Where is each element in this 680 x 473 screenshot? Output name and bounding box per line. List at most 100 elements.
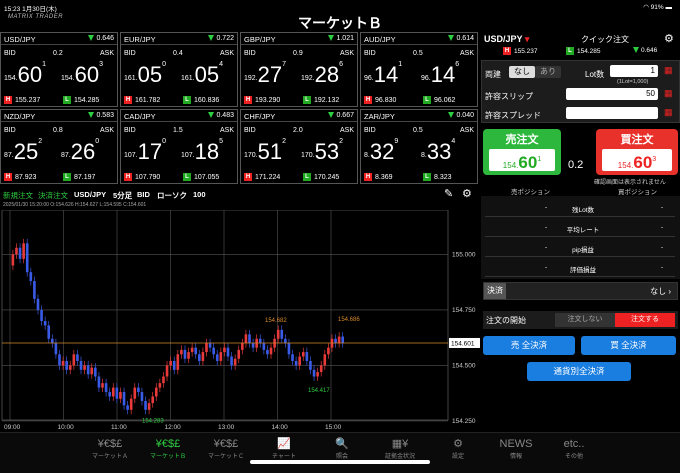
bid-price[interactable]: 170.512 (244, 138, 286, 163)
candle (36, 298, 40, 310)
ask-price[interactable]: 107.185 (181, 138, 223, 163)
candle (140, 392, 144, 401)
buy-order-button[interactable]: 買注文 154.603 (596, 129, 678, 175)
sell-position-label: 売ポジション (511, 189, 550, 196)
nav-item[interactable]: ⚙ 設定 (428, 437, 488, 460)
bid-price[interactable]: 107.170 (124, 138, 166, 163)
rate-tile[interactable]: EUR/JPY 0.722 BID 0.4 ASK 161.050 161.05… (120, 32, 238, 107)
rate-tile[interactable]: NZD/JPY 0.583 BID 0.8 ASK 87.252 87.260 … (0, 109, 118, 184)
tile-spread: 0.8 (53, 127, 63, 134)
rate-tiles: USD/JPY 0.646 BID 0.2 ASK 154.601 154.60… (0, 32, 480, 186)
pencil-icon[interactable]: ✎ (444, 187, 453, 200)
lot-keypad-icon[interactable]: ▦ (664, 65, 673, 76)
chart-side[interactable]: BID (137, 190, 150, 199)
candle (208, 343, 212, 348)
nav-item[interactable]: ¥€$£ マーケットＡ (80, 437, 140, 460)
nav-item[interactable]: ¥€$£ マーケットＣ (196, 437, 256, 460)
rate-tile[interactable]: CHF/JPY 0.667 BID 2.0 ASK 170.512 170.53… (240, 109, 358, 184)
chart-count[interactable]: 100 (193, 190, 206, 199)
candle (79, 360, 83, 370)
lot-input[interactable]: 1 (610, 65, 658, 77)
candle (162, 376, 165, 384)
nav-label: 照会 (335, 454, 348, 460)
bid-price[interactable]: 161.050 (124, 61, 166, 86)
nav-item[interactable]: 🔍 照会 (312, 437, 372, 460)
candle (205, 343, 208, 353)
spread-keypad-icon[interactable]: ▦ (664, 107, 673, 118)
both-off-button[interactable]: なし (509, 66, 535, 78)
tile-pair: EUR/JPY (124, 35, 156, 44)
buy-all-settle-button[interactable]: 買 全決済 (581, 336, 676, 355)
tile-low: L 154.285 (63, 96, 99, 104)
bid-price[interactable]: 87.252 (4, 138, 42, 163)
candle (309, 360, 312, 370)
candle (248, 334, 251, 344)
bid-price[interactable]: 96.141 (364, 61, 402, 86)
order-spread: 0.2 (568, 159, 584, 171)
nav-item[interactable]: ¥€$£ マーケットＢ (138, 437, 198, 460)
bid-price[interactable]: 192.277 (244, 61, 286, 86)
down-arrow-icon (448, 112, 455, 118)
tile-pair: AUD/JPY (364, 35, 396, 44)
y-tick-label: 154.750 (452, 307, 476, 314)
do-order-button[interactable]: 注文する (615, 313, 675, 327)
chart-pair[interactable]: USD/JPY (74, 190, 106, 199)
currency-all-settle-button[interactable]: 通貨別全決済 (527, 362, 631, 381)
candle (101, 383, 104, 388)
nav-item[interactable]: NEWS 情報 (486, 437, 546, 460)
spread-input[interactable] (566, 107, 658, 119)
tab-settle-order[interactable]: 決済注文 (38, 190, 68, 201)
candle (258, 338, 262, 344)
tile-pair: NZD/JPY (4, 112, 36, 121)
nav-item[interactable]: 📈 チャート (254, 437, 314, 460)
rate-tile[interactable]: CAD/JPY 0.483 BID 1.5 ASK 107.170 107.18… (120, 109, 238, 184)
sell-order-button[interactable]: 売注文 154.601 (483, 129, 561, 175)
sell-all-settle-button[interactable]: 売 全決済 (483, 336, 575, 355)
tile-high: H 96.830 (364, 96, 397, 104)
ask-price[interactable]: 8.334 (421, 138, 455, 163)
gear-icon[interactable]: ⚙ (462, 187, 472, 200)
chart-interval[interactable]: 5分足 (113, 190, 132, 201)
chart-type[interactable]: ローソク (157, 190, 187, 201)
ask-price[interactable]: 154.603 (61, 61, 103, 86)
rate-tile[interactable]: AUD/JPY 0.614 BID 0.5 ASK 96.141 96.146 … (360, 32, 478, 107)
tile-pair: ZAR/JPY (364, 112, 395, 121)
tab-new-order[interactable]: 新規注文 (3, 190, 33, 201)
slip-keypad-icon[interactable]: ▦ (664, 88, 673, 99)
candle (301, 352, 305, 357)
candle (284, 338, 287, 344)
buy-price: 154.603 (602, 149, 672, 172)
chart-canvas[interactable]: 155.000 154.750 154.500 154.250 09:00 10:00 11… (0, 209, 480, 432)
down-arrow-icon (88, 35, 95, 41)
candle (97, 376, 101, 388)
nav-item[interactable]: etc.. その他 (544, 437, 604, 460)
price-chart[interactable]: 155.000 154.750 154.500 154.250 09:00 10:00 11… (0, 209, 480, 432)
bid-price[interactable]: 8.329 (364, 138, 398, 163)
candle (104, 383, 108, 393)
candle (298, 356, 301, 366)
ask-price[interactable]: 192.286 (301, 61, 343, 86)
bid-label: BID (4, 127, 16, 134)
settle-row[interactable]: 決済 なし › (483, 282, 678, 300)
rate-tile[interactable]: ZAR/JPY 0.040 BID 0.5 ASK 8.329 8.334 H8… (360, 109, 478, 184)
nav-icon: ▦¥ (391, 438, 409, 450)
panel-gear-icon[interactable]: ⚙ (664, 32, 674, 45)
ask-price[interactable]: 87.260 (61, 138, 99, 163)
candle (223, 347, 226, 353)
ask-price[interactable]: 161.054 (181, 61, 223, 86)
y-tick-label: 155.000 (452, 251, 476, 258)
rate-tile[interactable]: USD/JPY 0.646 BID 0.2 ASK 154.601 154.60… (0, 32, 118, 107)
slip-input[interactable]: 50 (566, 88, 658, 100)
ask-price[interactable]: 170.532 (301, 138, 343, 163)
both-on-button[interactable]: あり (535, 66, 561, 78)
bid-price[interactable]: 154.601 (4, 61, 46, 86)
no-order-button[interactable]: 注文しない (555, 313, 615, 327)
candle (190, 347, 194, 353)
rate-tile[interactable]: GBP/JPY 1.021 BID 0.9 ASK 192.277 192.28… (240, 32, 358, 107)
nav-item[interactable]: ▦¥ 証拠金状況 (370, 437, 430, 460)
ask-label: ASK (339, 50, 354, 57)
ask-price[interactable]: 96.146 (421, 61, 459, 86)
candle (183, 349, 187, 359)
candle (76, 354, 79, 361)
panel-pair[interactable]: USD/JPY ▾ (484, 34, 529, 45)
